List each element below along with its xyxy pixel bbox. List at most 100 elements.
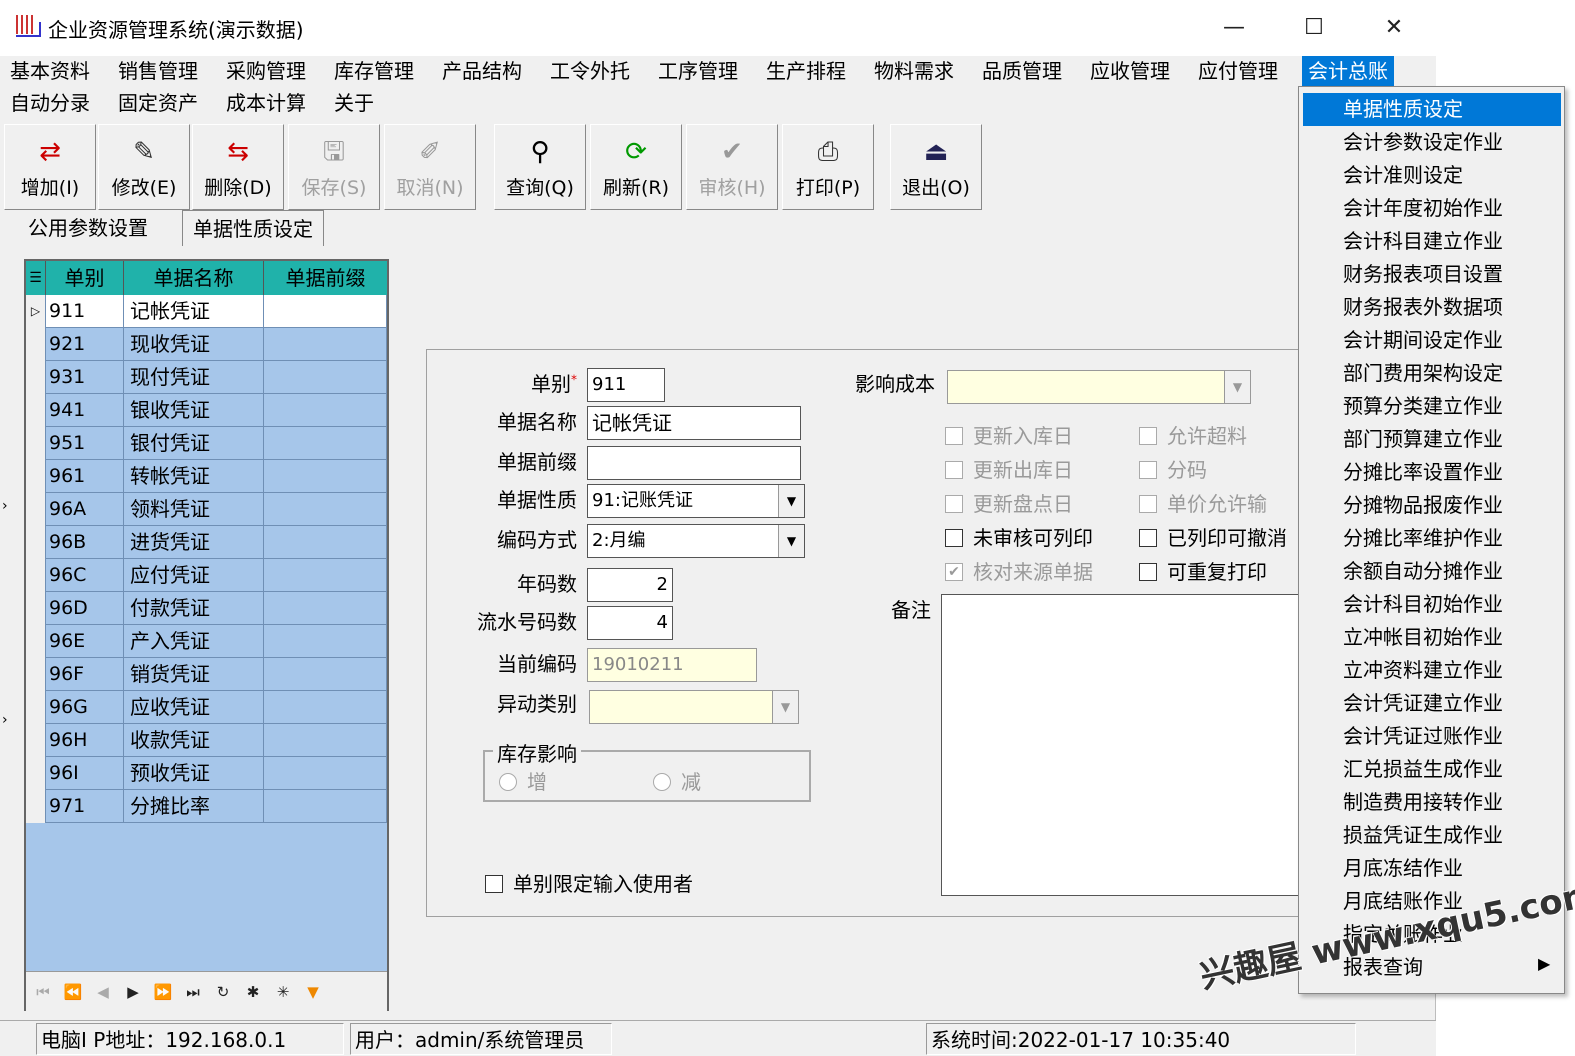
toolbar-button[interactable]: ⏏ 退出(O) [890,124,982,210]
dropdown-menu-item[interactable]: 制造费用接转作业 [1303,786,1561,819]
splitter-arrow-icon[interactable]: › [2,712,8,728]
option-checkbox[interactable]: 已列印可撤消 [1139,522,1287,551]
table-row[interactable]: ▷ 911 记帐凭证 [26,295,387,328]
menu-item[interactable]: 销售管理 [114,56,202,86]
filter-icon[interactable]: ▼ [300,980,326,1004]
insert-icon[interactable]: ✱ [240,980,266,1004]
grid-menu-icon[interactable]: ☰ [26,261,46,295]
cell-code[interactable]: 931 [46,361,124,394]
close-button[interactable]: ✕ [1354,0,1434,56]
prev-page-icon[interactable]: ⏪ [60,980,86,1004]
cost-effect-select[interactable]: ▼ [947,370,1251,404]
table-row[interactable]: 96B 进货凭证 [26,526,387,559]
table-row[interactable]: 96F 销货凭证 [26,658,387,691]
toolbar-button[interactable]: ⚲ 查询(Q) [494,124,586,210]
cell-code[interactable]: 96D [46,592,124,625]
col-header-code[interactable]: 单别 [46,261,124,295]
dropdown-menu-item[interactable]: 财务报表项目设置 [1303,258,1561,291]
table-row[interactable]: 96E 产入凭证 [26,625,387,658]
dropdown-menu-item[interactable]: 会计准则设定 [1303,159,1561,192]
cell-name[interactable]: 收款凭证 [124,724,264,757]
cell-code[interactable]: 96C [46,559,124,592]
dropdown-menu-item[interactable]: 部门费用架构设定 [1303,357,1561,390]
dropdown-menu-item[interactable]: 立冲资料建立作业 [1303,654,1561,687]
dropdown-menu-item[interactable]: 会计凭证建立作业 [1303,687,1561,720]
table-row[interactable]: 96G 应收凭证 [26,691,387,724]
cell-prefix[interactable] [264,691,387,724]
cell-prefix[interactable] [264,592,387,625]
cell-name[interactable]: 分摊比率 [124,790,264,823]
cell-prefix[interactable] [264,559,387,592]
next-page-icon[interactable]: ⏩ [150,980,176,1004]
dropdown-menu-item[interactable]: 预算分类建立作业 [1303,390,1561,423]
cell-prefix[interactable] [264,295,387,328]
cell-prefix[interactable] [264,757,387,790]
tab-doc-nature[interactable]: 单据性质设定 [182,210,324,246]
dropdown-menu-item[interactable]: 余额自动分摊作业 [1303,555,1561,588]
menu-item[interactable]: 关于 [330,88,378,118]
table-row[interactable]: 951 银付凭证 [26,427,387,460]
first-record-icon[interactable]: ⏮ [30,980,56,1004]
cell-code[interactable]: 951 [46,427,124,460]
dropdown-menu-item[interactable]: 会计参数设定作业 [1303,126,1561,159]
stock-increase-radio[interactable]: 增 [499,766,547,795]
option-checkbox[interactable]: 可重复打印 [1139,556,1267,585]
cell-name[interactable]: 银付凭证 [124,427,264,460]
option-checkbox[interactable]: 单价允许输 [1139,488,1267,517]
cell-name[interactable]: 应付凭证 [124,559,264,592]
toolbar-button[interactable]: 🖫 保存(S) [288,124,380,210]
stock-decrease-radio[interactable]: 减 [653,766,701,795]
change-type-select[interactable]: ▼ [589,690,799,724]
cell-code[interactable]: 96E [46,625,124,658]
dropdown-menu-item[interactable]: 会计凭证过账作业 [1303,720,1561,753]
cell-name[interactable]: 应收凭证 [124,691,264,724]
table-row[interactable]: 96D 付款凭证 [26,592,387,625]
cell-prefix[interactable] [264,394,387,427]
menu-item[interactable]: 基本资料 [6,56,94,86]
option-checkbox[interactable]: 未审核可列印 [945,522,1093,551]
dropdown-menu-item[interactable]: 财务报表外数据项 [1303,291,1561,324]
prefix-field[interactable] [587,446,801,480]
cell-prefix[interactable] [264,328,387,361]
toolbar-button[interactable]: ⇆ 删除(D) [192,124,284,210]
toolbar-button[interactable]: ✐ 取消(N) [384,124,476,210]
table-row[interactable]: 931 现付凭证 [26,361,387,394]
remark-textarea[interactable] [941,594,1307,896]
next-record-icon[interactable]: ▶ [120,980,146,1004]
toolbar-button[interactable]: ✔ 审核(H) [686,124,778,210]
option-checkbox[interactable]: ✔ 核对来源单据 [945,556,1093,585]
cell-prefix[interactable] [264,493,387,526]
last-record-icon[interactable]: ⏭ [180,980,206,1004]
minimize-button[interactable]: — [1194,0,1274,56]
table-row[interactable]: 941 银收凭证 [26,394,387,427]
cell-code[interactable]: 911 [46,295,124,328]
option-checkbox[interactable]: 更新入库日 [945,420,1073,449]
cell-prefix[interactable] [264,658,387,691]
toolbar-button[interactable]: ⎙ 打印(P) [782,124,874,210]
menu-item[interactable]: 会计总账 [1302,56,1394,86]
cell-name[interactable]: 现收凭证 [124,328,264,361]
table-row[interactable]: 96I 预收凭证 [26,757,387,790]
cell-name[interactable]: 领料凭证 [124,493,264,526]
dropdown-menu-item[interactable]: 立冲帐目初始作业 [1303,621,1561,654]
cell-name[interactable]: 银收凭证 [124,394,264,427]
col-header-prefix[interactable]: 单据前缀 [264,261,387,295]
cell-code[interactable]: 941 [46,394,124,427]
serial-digits-field[interactable]: 4 [587,606,673,640]
dropdown-menu-item[interactable]: 部门预算建立作业 [1303,423,1561,456]
dropdown-menu-item[interactable]: 汇兑损益生成作业 [1303,753,1561,786]
cell-prefix[interactable] [264,790,387,823]
menu-item[interactable]: 产品结构 [438,56,526,86]
option-checkbox[interactable]: 更新盘点日 [945,488,1073,517]
cell-name[interactable]: 记帐凭证 [124,295,264,328]
table-row[interactable]: 96C 应付凭证 [26,559,387,592]
menu-item[interactable]: 应付管理 [1194,56,1282,86]
dropdown-menu-item[interactable]: 单据性质设定 [1303,93,1561,126]
cell-code[interactable]: 96G [46,691,124,724]
tab-common-params[interactable]: 公用参数设置 [18,210,158,246]
table-row[interactable]: 971 分摊比率 [26,790,387,823]
menu-item[interactable]: 采购管理 [222,56,310,86]
dropdown-menu-item[interactable]: 分摊比率设置作业 [1303,456,1561,489]
toolbar-button[interactable]: ⟳ 刷新(R) [590,124,682,210]
col-header-name[interactable]: 单据名称 [124,261,264,295]
